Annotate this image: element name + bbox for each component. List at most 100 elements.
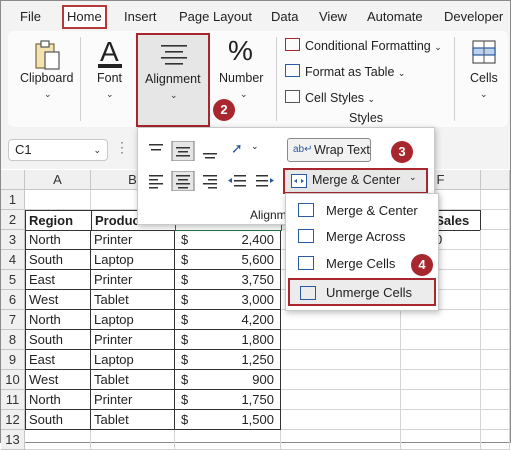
product-cell[interactable]: Printer xyxy=(91,270,175,290)
tab-page-layout[interactable]: Page Layout xyxy=(179,7,252,27)
amount-cell[interactable]: $1,500 xyxy=(175,410,281,430)
product-cell[interactable]: Laptop xyxy=(91,250,175,270)
grid-cell[interactable] xyxy=(281,310,401,330)
amount-cell[interactable]: $3,750 xyxy=(175,270,281,290)
row-header[interactable]: 4 xyxy=(1,250,25,270)
grid-cell[interactable] xyxy=(281,330,401,350)
header-region[interactable]: Region xyxy=(25,210,92,231)
grid-cell[interactable] xyxy=(91,430,175,450)
tab-insert[interactable]: Insert xyxy=(124,7,157,27)
grid-cell[interactable] xyxy=(401,310,481,330)
grid-cell[interactable] xyxy=(281,430,401,450)
grid-cell[interactable] xyxy=(281,410,401,430)
grid-cell[interactable] xyxy=(401,370,481,390)
column-header-a[interactable]: A xyxy=(25,170,91,190)
region-cell[interactable]: North xyxy=(25,390,91,410)
grid-cell[interactable] xyxy=(481,310,510,330)
grid-cell[interactable] xyxy=(481,190,510,210)
grid-cell[interactable] xyxy=(281,390,401,410)
product-cell[interactable]: Printer xyxy=(91,230,175,250)
grid-cell[interactable] xyxy=(481,370,510,390)
row-header[interactable]: 7 xyxy=(1,310,25,330)
region-cell[interactable]: East xyxy=(25,270,91,290)
horizontal-align-icons xyxy=(149,171,217,191)
product-cell[interactable]: Tablet xyxy=(91,410,175,430)
product-cell[interactable]: Laptop xyxy=(91,310,175,330)
amount-cell[interactable]: $2,400 xyxy=(175,230,281,250)
grid-cell[interactable] xyxy=(481,250,510,270)
product-cell[interactable]: Printer xyxy=(91,390,175,410)
region-cell[interactable]: North xyxy=(25,230,91,250)
region-cell[interactable]: East xyxy=(25,350,91,370)
tab-automate[interactable]: Automate xyxy=(367,7,423,27)
conditional-formatting-button[interactable]: Conditional Formatting ⌄ xyxy=(285,38,442,53)
row-header[interactable]: 3 xyxy=(1,230,25,250)
product-cell[interactable]: Tablet xyxy=(91,370,175,390)
grid-cell[interactable] xyxy=(481,270,510,290)
tab-view[interactable]: View xyxy=(319,7,347,27)
row-header[interactable]: 6 xyxy=(1,290,25,310)
cell-styles-button[interactable]: Cell Styles ⌄ xyxy=(285,90,375,105)
grid-cell[interactable] xyxy=(481,330,510,350)
row-header[interactable]: 2 xyxy=(1,210,25,230)
grid-cell[interactable] xyxy=(281,370,401,390)
grid-cell[interactable] xyxy=(481,290,510,310)
row-header[interactable]: 5 xyxy=(1,270,25,290)
tab-developer[interactable]: Developer xyxy=(444,7,503,27)
amount-cell[interactable]: $1,800 xyxy=(175,330,281,350)
amount-cell[interactable]: $5,600 xyxy=(175,250,281,270)
amount-cell[interactable]: $1,750 xyxy=(175,390,281,410)
column-header-g[interactable] xyxy=(481,170,510,190)
region-cell[interactable]: South xyxy=(25,330,91,350)
region-cell[interactable]: South xyxy=(25,410,91,430)
row-header[interactable]: 13 xyxy=(1,430,25,450)
grid-cell[interactable] xyxy=(281,350,401,370)
grid-cell[interactable] xyxy=(481,210,510,230)
grid-cell[interactable] xyxy=(175,430,281,450)
region-cell[interactable]: North xyxy=(25,310,91,330)
grid-cell[interactable] xyxy=(401,430,481,450)
row-header[interactable]: 11 xyxy=(1,390,25,410)
grid-cell[interactable] xyxy=(25,430,91,450)
amount-cell[interactable]: $3,000 xyxy=(175,290,281,310)
orientation-icon[interactable]: ➚ xyxy=(231,140,243,157)
product-cell[interactable]: Laptop xyxy=(91,350,175,370)
grid-cell[interactable] xyxy=(401,350,481,370)
amount-cell[interactable]: $4,200 xyxy=(175,310,281,330)
grid-cell[interactable] xyxy=(25,190,91,210)
row-header[interactable]: 8 xyxy=(1,330,25,350)
region-cell[interactable]: West xyxy=(25,290,91,310)
tab-file[interactable]: File xyxy=(20,7,41,27)
product-cell[interactable]: Tablet xyxy=(91,290,175,310)
row-header[interactable]: 1 xyxy=(1,190,25,210)
amount-cell[interactable]: $900 xyxy=(175,370,281,390)
grid-cell[interactable] xyxy=(401,410,481,430)
region-cell[interactable]: West xyxy=(25,370,91,390)
menu-item-unmerge-cells[interactable]: Unmerge Cells xyxy=(288,278,436,306)
grid-cell[interactable] xyxy=(481,430,510,450)
region-cell[interactable]: South xyxy=(25,250,91,270)
format-as-table-button[interactable]: Format as Table ⌄ xyxy=(285,64,405,79)
grid-cell[interactable] xyxy=(481,410,510,430)
alignment-button[interactable]: Alignment ⌄ xyxy=(136,33,210,127)
product-cell[interactable]: Printer xyxy=(91,330,175,350)
merge-center-button[interactable]: Merge & Center ⌄ xyxy=(283,168,428,194)
grid-cell[interactable] xyxy=(481,350,510,370)
indent-icons[interactable] xyxy=(228,173,274,189)
amount-cell[interactable]: $1,250 xyxy=(175,350,281,370)
wrap-text-button[interactable]: ab↵ Wrap Text xyxy=(287,138,371,162)
row-header[interactable]: 9 xyxy=(1,350,25,370)
name-box[interactable]: C1 ⌄ xyxy=(8,139,108,161)
row-header[interactable]: 10 xyxy=(1,370,25,390)
menu-item-merge-center[interactable]: Merge & Center xyxy=(288,198,432,224)
grid-cell[interactable] xyxy=(401,330,481,350)
menu-item-merge-across[interactable]: Merge Across xyxy=(288,224,432,250)
row-header[interactable]: 12 xyxy=(1,410,25,430)
grid-cell[interactable] xyxy=(481,390,510,410)
grid-cell[interactable] xyxy=(481,230,510,250)
tab-home[interactable]: Home xyxy=(62,5,107,29)
grid-cell[interactable] xyxy=(401,390,481,410)
tab-data[interactable]: Data xyxy=(271,7,298,27)
select-all-corner[interactable] xyxy=(1,170,25,190)
chevron-down-icon[interactable]: ⌄ xyxy=(251,141,259,152)
